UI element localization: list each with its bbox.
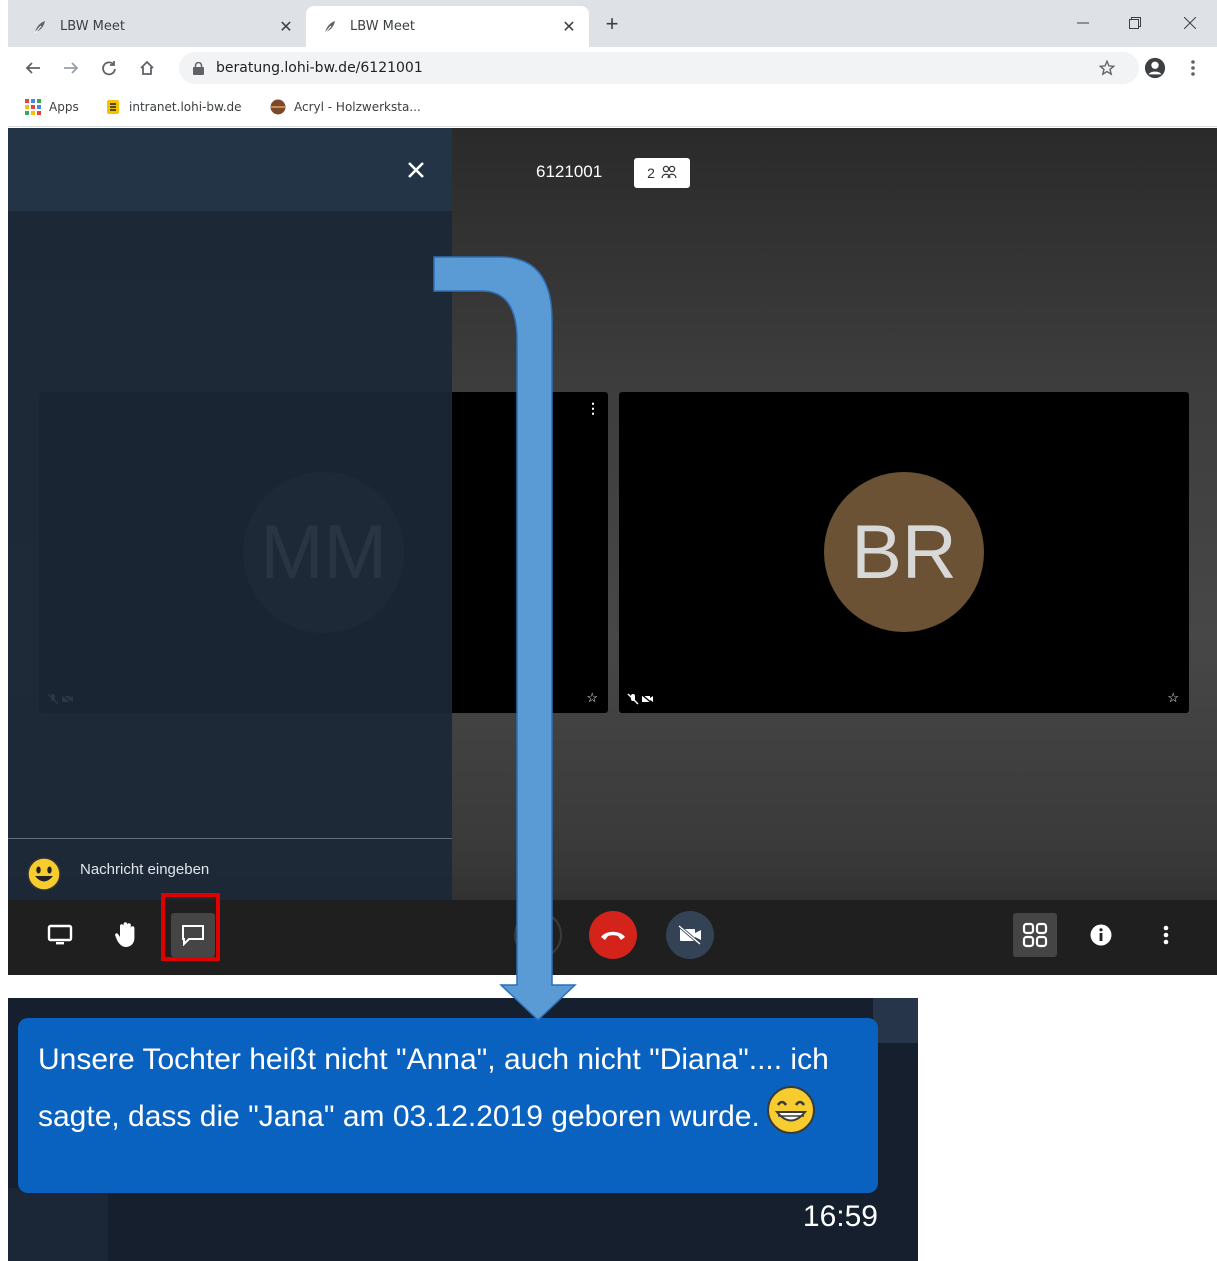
chat-message-bubble: Unsere Tochter heißt nicht "Anna", auch … <box>18 1018 878 1193</box>
back-icon[interactable] <box>20 55 46 81</box>
screen-share-icon[interactable] <box>38 913 82 957</box>
chat-input-placeholder: Nachricht eingeben <box>80 861 210 878</box>
new-tab-plus-icon[interactable]: + <box>598 10 626 38</box>
avatar: BR <box>824 472 984 632</box>
tab-title: LBW Meet <box>350 19 415 34</box>
url-text: beratung.lohi-bw.de/6121001 <box>216 60 423 76</box>
info-icon[interactable] <box>1079 913 1123 957</box>
camera-toggle-button[interactable] <box>666 911 714 959</box>
bookmark-label: Apps <box>49 100 79 114</box>
chat-panel: Nachricht eingeben <box>8 128 452 900</box>
camera-off-small-icon <box>641 693 653 705</box>
tab-favicon-icon <box>32 19 48 35</box>
mic-off-icon <box>627 693 639 705</box>
forward-icon[interactable] <box>58 55 84 81</box>
chat-message-text: Unsere Tochter heißt nicht "Anna", auch … <box>38 1043 829 1133</box>
bookmarks-bar: Apps intranet.lohi-bw.de Acryl - Holzwer… <box>8 88 1217 127</box>
minimize-icon[interactable] <box>1063 8 1103 38</box>
reload-icon[interactable] <box>96 55 122 81</box>
video-tile-br[interactable]: BR ☆ <box>619 392 1189 713</box>
restore-icon[interactable] <box>1115 8 1155 38</box>
bookmark-label: Acryl - Holzwerksta... <box>294 100 421 114</box>
window-close-icon[interactable] <box>1170 8 1210 38</box>
tile-view-icon[interactable] <box>1013 913 1057 957</box>
hangup-icon <box>601 931 625 940</box>
more-options-icon[interactable] <box>1144 913 1188 957</box>
profile-icon[interactable] <box>1142 55 1168 81</box>
tab-close-icon[interactable]: ✕ <box>276 17 296 37</box>
bookmark-acryl[interactable]: Acryl - Holzwerksta... <box>270 96 421 118</box>
star-icon[interactable] <box>1094 55 1120 81</box>
participant-count: 2 <box>647 165 655 181</box>
message-timestamp: 16:59 <box>802 1200 878 1233</box>
pin-star-icon[interactable]: ☆ <box>1167 690 1179 706</box>
menu-dots-icon[interactable] <box>1180 55 1206 81</box>
acryl-favicon-icon <box>270 99 286 115</box>
avatar-initials: BR <box>851 509 957 595</box>
mic-button[interactable] <box>514 911 562 959</box>
participant-count-badge[interactable]: 2 <box>634 158 690 188</box>
bookmark-intranet[interactable]: intranet.lohi-bw.de <box>105 96 242 118</box>
meeting-area: 6121001 2 MM ⋮ ☆ BR ☆ <box>8 128 1217 975</box>
chat-side-strip <box>8 1188 108 1261</box>
address-bar[interactable]: beratung.lohi-bw.de/6121001 <box>179 52 1139 84</box>
pin-star-icon[interactable]: ☆ <box>586 690 598 706</box>
tile-status-icons <box>627 693 653 705</box>
tab-close-icon[interactable]: ✕ <box>559 17 579 37</box>
zoomed-message-area: Unsere Tochter heißt nicht "Anna", auch … <box>8 998 918 1261</box>
tile-menu-icon[interactable]: ⋮ <box>586 400 600 417</box>
chat-header-strip <box>873 998 918 1043</box>
room-number: 6121001 <box>536 162 603 181</box>
chat-header <box>8 128 452 211</box>
emoji-icon[interactable] <box>26 856 62 897</box>
grinning-emoji-icon <box>766 1085 816 1151</box>
highlight-box <box>161 893 220 961</box>
browser-tab-1[interactable]: LBW Meet ✕ <box>16 6 306 47</box>
raise-hand-icon[interactable] <box>105 913 149 957</box>
bookmark-apps[interactable]: Apps <box>25 96 79 118</box>
camera-off-icon <box>678 925 701 945</box>
tab-title: LBW Meet <box>60 19 125 34</box>
home-icon[interactable] <box>134 55 160 81</box>
meeting-toolbar <box>8 893 1217 975</box>
apps-grid-icon <box>25 99 41 115</box>
hangup-button[interactable] <box>589 911 637 959</box>
browser-toolbar: beratung.lohi-bw.de/6121001 <box>8 47 1217 88</box>
close-icon[interactable] <box>404 158 428 182</box>
participants-icon <box>661 164 677 183</box>
browser-tab-strip: LBW Meet ✕ LBW Meet ✕ + <box>8 0 1217 47</box>
tab-favicon-icon <box>322 19 338 35</box>
coat-of-arms-icon <box>105 99 121 115</box>
lock-icon[interactable] <box>193 61 204 75</box>
bookmark-label: intranet.lohi-bw.de <box>129 100 242 114</box>
browser-tab-2[interactable]: LBW Meet ✕ <box>306 6 589 47</box>
chat-input[interactable]: Nachricht eingeben <box>8 839 452 900</box>
